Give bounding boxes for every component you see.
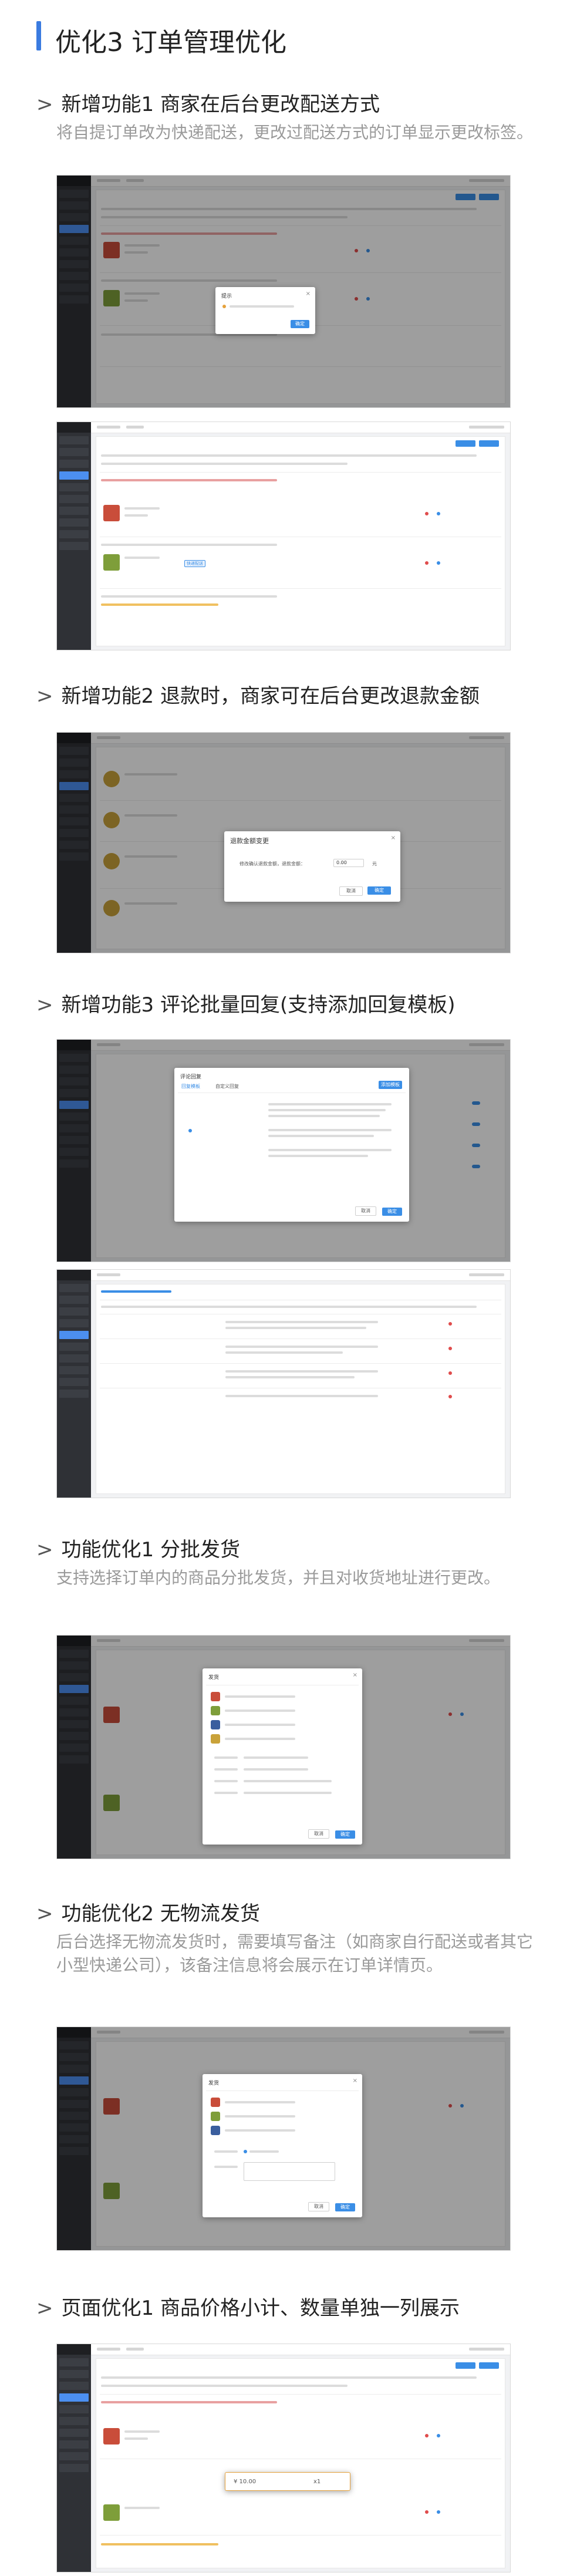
tab-custom-reply[interactable]: 自定义回复 <box>215 1083 239 1090</box>
order-list-panel: 快递配送 <box>96 436 505 646</box>
section-description-4: 支持选择订单内的商品分批发货，并且对收货地址进行更改。 <box>56 1568 501 1587</box>
section-heading-4: > 功能优化1 分批发货 <box>36 1538 240 1562</box>
section-description-1: 将自提订单改为快递配送，更改过配送方式的订单显示更改标签。 <box>56 123 534 142</box>
shipment-dialog: 发货 × 取消 确定 <box>203 1668 362 1845</box>
confirm-button[interactable]: 确定 <box>335 2203 355 2211</box>
chevron-right-icon: > <box>36 685 53 708</box>
warning-icon <box>222 305 226 308</box>
confirm-button[interactable]: 确定 <box>335 1830 355 1839</box>
shipment-dialog: 发货 × 取消 确定 <box>203 2074 362 2217</box>
item-quantity: x1 <box>313 2479 321 2485</box>
screenshot-split-shipment-dialog: 发货 × 取消 确定 <box>56 1635 511 1859</box>
section-heading-2: > 新增功能2 退款时，商家可在后台更改退款金额 <box>36 685 480 708</box>
price-subtotal: ¥ 10.00 <box>234 2479 257 2485</box>
dialog-title: 评论回复 <box>180 1074 202 1080</box>
screenshot-refund-amount-dialog: 退款金额变更 × 修改确认退款金额，退款金额： 0.00 元 取消 确定 <box>56 732 511 953</box>
screenshot-price-quantity-columns: ¥ 10.00 x1 <box>56 2344 511 2572</box>
cancel-button[interactable]: 取消 <box>308 2202 329 2211</box>
currency-unit: 元 <box>372 861 377 866</box>
screenshot-delivery-tag-list: 快递配送 <box>56 422 511 650</box>
delivery-change-tag: 快递配送 <box>184 560 205 567</box>
chevron-right-icon: > <box>36 1902 53 1926</box>
confirm-button[interactable]: 确定 <box>382 1208 402 1216</box>
tab-reply-template[interactable]: 回复模板 <box>181 1083 200 1090</box>
section-heading-1: > 新增功能1 商家在后台更改配送方式 <box>36 93 380 116</box>
refund-amount-input[interactable]: 0.00 <box>333 859 364 867</box>
chevron-right-icon: > <box>36 2297 53 2320</box>
order-list-panel <box>96 2358 505 2568</box>
cancel-button[interactable]: 取消 <box>308 1829 329 1839</box>
admin-sidebar <box>57 1270 91 1498</box>
section-heading-6: > 页面优化1 商品价格小计、数量单独一列展示 <box>36 2297 460 2320</box>
screenshot-change-delivery-dialog: 提示 × 确定 <box>56 175 511 408</box>
dialog-title: 退款金额变更 <box>230 837 269 845</box>
dialog-title: 发货 <box>208 1675 220 1681</box>
admin-sidebar <box>57 2344 91 2572</box>
close-icon[interactable]: × <box>353 2078 357 2084</box>
dialog-title: 提示 <box>221 294 232 299</box>
close-icon[interactable]: × <box>391 835 396 841</box>
close-icon[interactable]: × <box>306 291 311 297</box>
delivery-change-dialog: 提示 × 确定 <box>215 287 315 334</box>
admin-sidebar <box>57 422 91 650</box>
review-reply-dialog: 评论回复 回复模板 自定义回复 添加模板 取消 确定 <box>174 1068 409 1222</box>
section-heading-5: > 功能优化2 无物流发货 <box>36 1902 260 1926</box>
dialog-ok-button[interactable]: 确定 <box>291 320 309 328</box>
template-list-panel <box>96 1284 505 1494</box>
page-title: 优化3 订单管理优化 <box>55 28 286 58</box>
screenshot-no-logistics-dialog: 发货 × 取消 确定 <box>56 2027 511 2251</box>
feature-page: 优化3 订单管理优化 > 新增功能1 商家在后台更改配送方式 将自提订单改为快递配… <box>0 0 587 2576</box>
close-icon[interactable]: × <box>353 1672 357 1678</box>
confirm-button[interactable]: 确定 <box>367 886 391 895</box>
chevron-right-icon: > <box>36 1538 53 1562</box>
screenshot-reply-template-list <box>56 1269 511 1498</box>
chevron-right-icon: > <box>36 993 53 1017</box>
refund-amount-dialog: 退款金额变更 × 修改确认退款金额，退款金额： 0.00 元 取消 确定 <box>224 831 400 902</box>
cancel-button[interactable]: 取消 <box>339 886 363 896</box>
section-heading-3: > 新增功能3 评论批量回复(支持添加回复模板) <box>36 993 456 1017</box>
add-template-button[interactable]: 添加模板 <box>379 1081 402 1089</box>
section-description-5: 后台选择无物流发货时，需要填写备注（如商家自行配送或者其它小型快递公司），该备注… <box>56 1932 534 1975</box>
shipment-remark-input[interactable] <box>244 2162 335 2181</box>
chevron-right-icon: > <box>36 93 53 116</box>
price-quantity-callout: ¥ 10.00 x1 <box>225 2472 350 2491</box>
refund-amount-label: 修改确认退款金额，退款金额： <box>239 861 305 866</box>
cancel-button[interactable]: 取消 <box>355 1206 376 1216</box>
dialog-title: 发货 <box>208 2081 220 2086</box>
screenshot-review-reply-dialog: 评论回复 回复模板 自定义回复 添加模板 取消 确定 <box>56 1039 511 1262</box>
